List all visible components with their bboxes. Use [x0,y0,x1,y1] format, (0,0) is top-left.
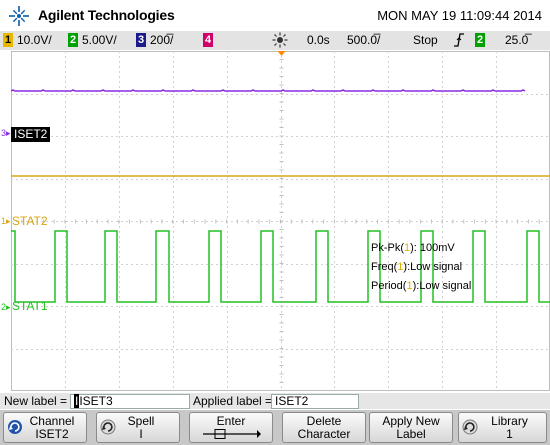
ch4-scale[interactable]: 4 [203,33,217,48]
ch1-scale-value: 10.0V/ [17,33,52,47]
time-offset[interactable]: 0.0s [307,33,330,48]
enter-arrow-icon [203,429,261,439]
enter-softkey[interactable]: Enter [189,412,273,443]
rotate-knob-icon [8,420,22,434]
applied-label-field: ISET2 [271,394,359,409]
channel-softkey[interactable]: Channel ISET2 [3,412,87,443]
new-label-caption: New label = [4,394,68,408]
ch2-scale-value: 5.00V/ [82,33,117,47]
ch3-trace [11,89,526,92]
spell-softkey[interactable]: Spell I [96,412,180,443]
trigger-channel[interactable]: 2 [475,33,489,48]
delete-character-softkey[interactable]: Delete Character [282,412,366,443]
measurement-period: Period(1):Low signal [371,280,472,292]
ch2-ground-marker[interactable]: 2▸ [1,301,11,313]
ch2-badge: 2 [68,33,78,47]
new-label-field[interactable]: IISET3 [70,394,190,409]
agilent-spark-icon [9,6,29,26]
ch3-badge: 3 [136,33,146,47]
trigger-channel-badge: 2 [475,33,485,47]
status-bar: 1 10.0V/ 2 5.00V/ 3 200̅/ 4 0.0s 500.0̅/ St [0,31,550,50]
datetime: MON MAY 19 11:09:44 2014 [377,8,542,23]
label-bar: New label = IISET3 Applied label = ISET2 [0,393,550,409]
oscilloscope-screen: Agilent Technologies MON MAY 19 11:09:44… [0,0,550,445]
trigger-edge-icon [453,32,465,47]
waveform-display [11,51,550,391]
apply-new-label-softkey[interactable]: Apply New Label [369,412,453,443]
ch2-scale[interactable]: 2 5.00V/ [68,33,117,48]
rotate-knob-icon [100,419,116,435]
softkey-bar: Channel ISET2 Spell I Enter Delete Chara… [0,410,550,445]
rotate-knob-icon [462,419,478,435]
ch1-ground-marker[interactable]: 1▸ [1,215,11,227]
waveform-svg [11,51,550,391]
new-label-value: ISET3 [79,394,113,408]
brand-name: Agilent Technologies [38,7,175,23]
time-reference-icon [272,32,288,48]
ch1-scale[interactable]: 1 10.0V/ [3,33,52,48]
applied-label-caption: Applied label = [193,394,273,408]
ch3-scale[interactable]: 3 200̅/ [136,33,173,48]
run-state[interactable]: Stop [413,33,438,48]
ch1-label: STAT2 [12,214,48,228]
trigger-position-marker [277,51,286,56]
ch2-label: STAT1 [12,299,48,313]
time-per-div[interactable]: 500.0̅/ [347,33,380,48]
ch3-label: ISET2 [11,127,51,142]
measurement-pkpk: Pk-Pk(1): 100mV [371,242,455,254]
ch4-badge: 4 [203,33,213,47]
ch1-badge: 1 [3,33,13,47]
ch3-ground-marker[interactable]: 3▸ [1,127,11,139]
measurement-freq: Freq(1):Low signal [371,261,463,273]
trigger-level[interactable]: 25.0̅ [505,33,528,48]
header: Agilent Technologies MON MAY 19 11:09:44… [0,0,550,31]
library-softkey[interactable]: Library 1 [458,412,547,443]
ch3-scale-value: 200̅/ [150,33,174,47]
